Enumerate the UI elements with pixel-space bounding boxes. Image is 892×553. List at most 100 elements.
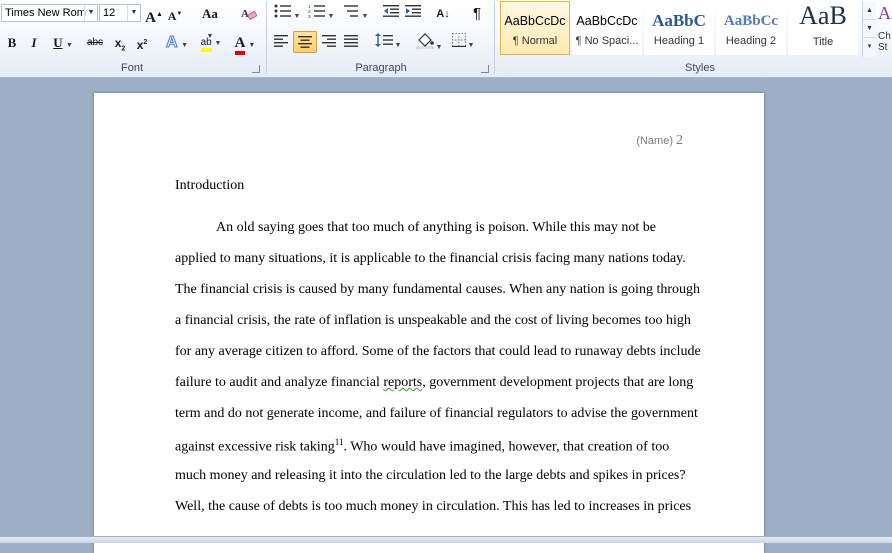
- grammar-flag-word[interactable]: reports: [383, 375, 422, 390]
- chevron-down-icon[interactable]: ▼: [84, 5, 97, 21]
- change-styles-label-2: St: [878, 42, 888, 53]
- style-no-spacing-sample: AaBbCcDc: [576, 14, 638, 28]
- numbering-icon: 123: [308, 4, 325, 19]
- decrease-indent-button[interactable]: [381, 3, 401, 23]
- change-case-icon: Aa: [202, 6, 218, 21]
- paragraph-dialog-launcher-icon[interactable]: [481, 65, 489, 73]
- underline-icon: U: [53, 35, 63, 50]
- borders-button[interactable]: ▼: [448, 32, 478, 52]
- text-highlight-button[interactable]: ab ▼: [195, 32, 227, 52]
- style-no-spacing[interactable]: AaBbCcDc ¶ No Spaci...: [572, 1, 642, 55]
- clear-formatting-icon: A: [241, 8, 258, 21]
- change-styles-button[interactable]: A Ch St: [878, 2, 892, 60]
- grow-font-button[interactable]: A▲: [144, 3, 164, 26]
- style-heading-1-sample: AaBbC: [652, 11, 706, 30]
- text-run: against excessive risk taking: [175, 439, 335, 455]
- change-styles-icon: A: [878, 3, 891, 23]
- style-normal-label: ¶ Normal: [512, 35, 558, 47]
- paragraph-group-label: Paragraph: [355, 62, 407, 74]
- bold-button[interactable]: B: [3, 32, 21, 52]
- bullets-button[interactable]: ▼: [272, 3, 302, 23]
- line-spacing-button[interactable]: ▼: [373, 32, 403, 52]
- text-line[interactable]: much money and releasing it into the cir…: [175, 468, 686, 484]
- style-heading-1[interactable]: AaBbC Heading 1: [644, 1, 714, 55]
- subscript-mark: 2: [121, 45, 126, 53]
- multilevel-list-icon: [343, 5, 358, 17]
- styles-gallery-scroll[interactable]: ▲ ▼ ▾: [862, 2, 876, 57]
- font-name-combo[interactable]: Times New Rom ▼: [1, 4, 98, 22]
- font-size-value: 12: [103, 7, 116, 19]
- text-line[interactable]: against excessive risk taking11. Who wou…: [175, 437, 669, 456]
- clear-formatting-button[interactable]: A: [238, 3, 258, 23]
- decrease-indent-icon: [383, 5, 399, 17]
- gallery-more-icon[interactable]: ▾: [863, 38, 876, 55]
- font-color-button[interactable]: A ▼: [229, 32, 261, 55]
- shading-button[interactable]: ▼: [414, 32, 444, 52]
- text-effects-button[interactable]: A ▼: [163, 32, 191, 52]
- style-heading-2[interactable]: AaBbCc Heading 2: [716, 1, 786, 55]
- strikethrough-button[interactable]: abc: [84, 32, 106, 52]
- text-run: . Who would have imagined, however, that…: [343, 439, 670, 455]
- header-name: (Name): [636, 135, 673, 147]
- multilevel-list-button[interactable]: ▼: [340, 3, 370, 23]
- subscript-button[interactable]: x2: [110, 32, 130, 52]
- text-line[interactable]: An old saying goes that too much of anyt…: [216, 220, 656, 236]
- numbering-button[interactable]: 123 ▼: [306, 3, 336, 23]
- svg-text:3: 3: [308, 14, 311, 18]
- justify-button[interactable]: [341, 32, 361, 52]
- font-color-icon: A: [234, 35, 245, 55]
- style-heading-2-sample: AaBbCc: [723, 13, 779, 29]
- page-header[interactable]: (Name) 2: [636, 133, 683, 149]
- paint-bucket-icon: [416, 33, 434, 50]
- chevron-down-icon[interactable]: ▼: [127, 5, 140, 21]
- change-case-button[interactable]: Aa ▼: [196, 3, 224, 40]
- text-line[interactable]: a financial crisis, the rate of inflatio…: [175, 313, 691, 329]
- text-line[interactable]: term and do not generate income, and fai…: [175, 406, 698, 422]
- sort-icon: A↓: [436, 8, 450, 20]
- increase-indent-icon: [405, 5, 421, 17]
- style-normal[interactable]: AaBbCcDc ¶ Normal: [500, 1, 570, 55]
- style-title[interactable]: AaB Title: [788, 1, 858, 55]
- align-left-icon: [274, 35, 288, 47]
- font-group-label: Font: [120, 62, 143, 74]
- font-name-value: Times New Rom: [5, 7, 86, 19]
- gallery-down-icon[interactable]: ▼: [863, 20, 876, 38]
- increase-indent-button[interactable]: [403, 3, 423, 23]
- align-right-button[interactable]: [319, 32, 339, 52]
- align-left-button[interactable]: [271, 32, 291, 52]
- font-size-combo[interactable]: 12 ▼: [99, 4, 141, 22]
- highlight-icon: ab: [200, 37, 212, 52]
- change-styles-label-1: Ch: [878, 31, 891, 42]
- text-effects-icon: A: [165, 34, 178, 52]
- shrink-font-button[interactable]: A▼: [165, 3, 185, 23]
- superscript-mark: 2: [143, 39, 148, 46]
- align-center-button[interactable]: [293, 31, 317, 53]
- style-title-sample: AaB: [799, 6, 847, 30]
- styles-group-label: Styles: [685, 62, 715, 74]
- style-heading-2-label: Heading 2: [725, 35, 777, 47]
- document-canvas[interactable]: (Name) 2 Introduction An old saying goes …: [0, 78, 892, 553]
- ribbon: Times New Rom ▼ 12 ▼ A▲ A▼ Aa ▼ A B I U …: [0, 0, 892, 78]
- text-line[interactable]: for any average citizen to afford. Some …: [175, 344, 701, 360]
- underline-button[interactable]: U ▼: [48, 32, 78, 52]
- show-formatting-marks-button[interactable]: ¶: [467, 3, 487, 23]
- header-page-number: 2: [676, 133, 683, 148]
- bullets-icon: [274, 4, 291, 18]
- italic-button[interactable]: I: [25, 32, 43, 52]
- gallery-up-icon[interactable]: ▲: [863, 2, 876, 20]
- align-center-icon: [298, 36, 312, 48]
- line-spacing-icon: [374, 33, 393, 47]
- sort-button[interactable]: A↓: [433, 3, 453, 23]
- align-right-icon: [322, 35, 336, 47]
- font-dialog-launcher-icon[interactable]: [252, 65, 260, 73]
- svg-text:A: A: [241, 8, 249, 20]
- text-line[interactable]: applied to many situations, it is applic…: [175, 251, 686, 267]
- text-line[interactable]: The financial crisis is caused by many f…: [175, 282, 700, 298]
- grow-font-icon: A: [145, 10, 156, 26]
- group-separator: [494, 2, 495, 74]
- superscript-button[interactable]: x2: [132, 32, 152, 52]
- document-heading[interactable]: Introduction: [175, 178, 244, 194]
- document-page[interactable]: (Name) 2 Introduction An old saying goes …: [94, 93, 764, 553]
- text-line[interactable]: Well, the cause of debts is too much mon…: [175, 499, 691, 515]
- text-line[interactable]: failure to audit and analyze financial r…: [175, 375, 693, 391]
